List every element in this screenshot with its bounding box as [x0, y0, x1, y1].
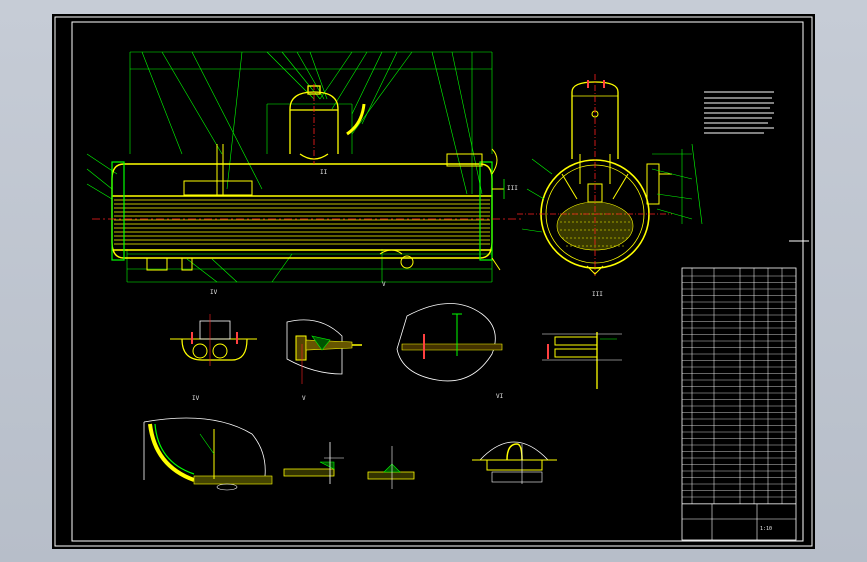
drawing-scale: 1:10: [760, 526, 772, 532]
detail-iv-marker: IV: [210, 289, 218, 296]
detail-vi-label: VI: [496, 393, 504, 400]
section-iii-marker: III: [507, 185, 518, 192]
detail-iv: IV: [170, 314, 257, 402]
detail-flange: VI: [396, 303, 504, 400]
section-iii-view: III: [517, 74, 703, 298]
detail-v: V: [286, 319, 362, 402]
detail-iv-label: IV: [192, 395, 200, 402]
technical-notes: [704, 91, 774, 134]
cad-viewport[interactable]: II III IV V III IV V VI 1:10: [52, 14, 815, 549]
inner-frame: [71, 21, 804, 542]
section-iii-label: III: [592, 291, 603, 298]
parts-list-table: 1:10: [681, 267, 797, 541]
detail-v-label: V: [302, 395, 306, 402]
section-ii-marker: II: [320, 169, 328, 176]
detail-head-knuckle: [143, 417, 273, 491]
detail-butt-weld: [367, 446, 415, 489]
detail-fillet-weld: [283, 442, 344, 484]
detail-manhole: [472, 441, 557, 484]
detail-bracket: [542, 332, 622, 389]
cad-drawing[interactable]: II III IV V III IV V VI 1:10: [52, 14, 815, 549]
main-elevation-view: II III IV V: [86, 51, 522, 296]
detail-v-marker: V: [382, 281, 386, 288]
